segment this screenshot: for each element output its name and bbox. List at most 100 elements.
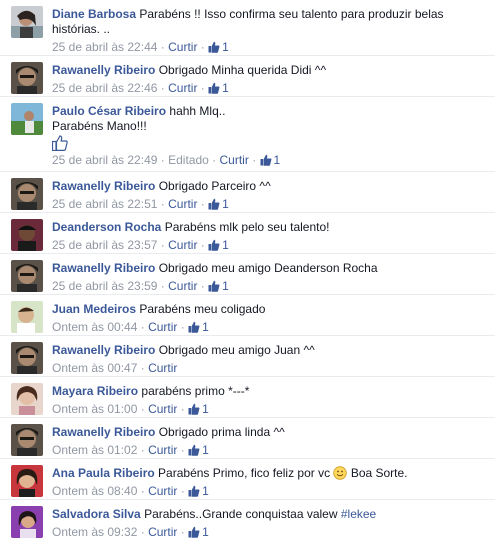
like-link[interactable]: Curtir xyxy=(168,197,197,211)
avatar[interactable] xyxy=(11,6,43,38)
comment-item: Rawanelly Ribeiro Obrigado meu amigo Jua… xyxy=(0,336,495,377)
comment-timestamp[interactable]: Ontem às 01:00 xyxy=(52,402,137,416)
comment-timestamp[interactable]: 25 de abril às 23:59 xyxy=(52,279,157,293)
comment-author[interactable]: Rawanelly Ribeiro xyxy=(52,261,155,275)
smiley-emoji-icon xyxy=(333,466,348,480)
thumbs-up-icon xyxy=(188,403,200,415)
thumbs-up-icon xyxy=(208,198,220,210)
comment-text-after-emoji: Boa Sorte. xyxy=(350,466,408,480)
comment-meta: Ontem às 09:32 · Curtir · 1 xyxy=(52,525,209,539)
comment-author[interactable]: Juan Medeiros xyxy=(52,302,136,316)
comment-text: parabéns primo *---* xyxy=(141,384,250,398)
like-count[interactable]: 1 xyxy=(188,525,209,539)
comment-author[interactable]: Paulo César Ribeiro xyxy=(52,104,166,118)
comment-meta: 25 de abril às 22:46 · Curtir · 1 xyxy=(52,81,229,95)
hashtag-link[interactable]: #lekee xyxy=(341,507,376,521)
avatar[interactable] xyxy=(11,465,43,497)
comment-text: Parabéns meu coligado xyxy=(139,302,266,316)
comment-thread: Diane Barbosa Parabéns !! Isso confirma … xyxy=(0,0,495,539)
comment-author[interactable]: Ana Paula Ribeiro xyxy=(52,466,155,480)
thumbs-up-icon xyxy=(208,41,220,53)
like-link[interactable]: Curtir xyxy=(148,402,177,416)
like-count[interactable]: 1 xyxy=(188,484,209,498)
comment-meta: Ontem às 00:47 · Curtir xyxy=(52,361,178,375)
like-link[interactable]: Curtir xyxy=(168,279,197,293)
comment-timestamp[interactable]: 25 de abril às 22:44 xyxy=(52,40,157,54)
avatar[interactable] xyxy=(11,301,43,333)
comment-timestamp[interactable]: 25 de abril às 22:46 xyxy=(52,81,157,95)
avatar[interactable] xyxy=(11,424,43,456)
comment-meta: 25 de abril às 23:59 · Curtir · 1 xyxy=(52,279,229,293)
comment-meta: 25 de abril às 22:49 · Editado · Curtir … xyxy=(52,153,281,167)
edited-label[interactable]: Editado xyxy=(168,153,209,167)
avatar[interactable] xyxy=(11,342,43,374)
comment-text: Obrigado meu amigo Juan ^^ xyxy=(158,343,315,357)
comment-item: Deanderson Rocha Parabéns mlk pelo seu t… xyxy=(0,213,495,254)
comment-text: Parabéns..Grande conquistaa valew xyxy=(144,507,338,521)
avatar[interactable] xyxy=(11,260,43,292)
like-count[interactable]: 1 xyxy=(188,320,209,334)
like-link[interactable]: Curtir xyxy=(148,443,177,457)
like-count[interactable]: 1 xyxy=(208,197,229,211)
comment-timestamp[interactable]: 25 de abril às 23:57 xyxy=(52,238,157,252)
like-link[interactable]: Curtir xyxy=(168,81,197,95)
comment-meta: Ontem às 01:02 · Curtir · 1 xyxy=(52,443,209,457)
comment-item: Rawanelly Ribeiro Obrigado Parceiro ^^ 2… xyxy=(0,172,495,213)
comment-timestamp[interactable]: Ontem às 08:40 xyxy=(52,484,137,498)
comment-timestamp[interactable]: 25 de abril às 22:51 xyxy=(52,197,157,211)
avatar[interactable] xyxy=(11,219,43,251)
thumbs-up-icon xyxy=(260,154,271,166)
comment-text: Obrigado Minha querida Didi ^^ xyxy=(158,63,327,77)
like-count[interactable]: 1 xyxy=(188,402,209,416)
thumbs-up-icon xyxy=(208,82,220,94)
comment-author[interactable]: Salvadora Silva xyxy=(52,507,141,521)
thumbs-up-icon xyxy=(188,321,200,333)
comment-meta: Ontem às 08:40 · Curtir · 1 xyxy=(52,484,209,498)
comment-timestamp[interactable]: Ontem às 01:02 xyxy=(52,443,137,457)
comment-author[interactable]: Mayara Ribeiro xyxy=(52,384,138,398)
comment-author[interactable]: Rawanelly Ribeiro xyxy=(52,63,155,77)
avatar[interactable] xyxy=(11,103,43,135)
comment-item: Mayara Ribeiro parabéns primo *---* Onte… xyxy=(0,377,495,418)
like-count[interactable]: 1 xyxy=(260,153,280,167)
avatar[interactable] xyxy=(11,178,43,210)
like-link[interactable]: Curtir xyxy=(148,484,177,498)
thumbs-up-icon xyxy=(188,526,200,538)
thumbs-up-icon xyxy=(208,239,220,251)
comment-author[interactable]: Rawanelly Ribeiro xyxy=(52,343,155,357)
like-count[interactable]: 1 xyxy=(208,238,229,252)
comment-author[interactable]: Deanderson Rocha xyxy=(52,220,161,234)
like-link[interactable]: Curtir xyxy=(148,361,177,375)
comment-timestamp[interactable]: Ontem às 00:47 xyxy=(52,361,137,375)
like-count[interactable]: 1 xyxy=(208,81,229,95)
like-count[interactable]: 1 xyxy=(188,443,209,457)
avatar[interactable] xyxy=(11,383,43,415)
thumbs-up-icon xyxy=(208,280,220,292)
comment-item: Salvadora Silva Parabéns..Grande conquis… xyxy=(0,500,495,541)
comment-text: Parabéns Primo, fico feliz por vc xyxy=(158,466,331,480)
like-link[interactable]: Curtir xyxy=(168,40,197,54)
comment-meta: 25 de abril às 22:51 · Curtir · 1 xyxy=(52,197,229,211)
comment-author[interactable]: Diane Barbosa xyxy=(52,7,136,21)
comment-timestamp[interactable]: 25 de abril às 22:49 xyxy=(52,153,157,167)
comment-item: Juan Medeiros Parabéns meu coligado Onte… xyxy=(0,295,495,336)
like-link[interactable]: Curtir xyxy=(220,153,249,167)
like-count[interactable]: 1 xyxy=(208,40,229,54)
like-link[interactable]: Curtir xyxy=(168,238,197,252)
like-link[interactable]: Curtir xyxy=(148,525,177,539)
comment-item: Diane Barbosa Parabéns !! Isso confirma … xyxy=(0,0,495,56)
comment-author[interactable]: Rawanelly Ribeiro xyxy=(52,425,155,439)
comment-meta: 25 de abril às 22:44 · Curtir · 1 xyxy=(52,40,229,54)
avatar[interactable] xyxy=(11,62,43,94)
thumbs-up-icon xyxy=(188,485,200,497)
comment-timestamp[interactable]: Ontem às 09:32 xyxy=(52,525,137,539)
like-count[interactable]: 1 xyxy=(208,279,229,293)
comment-item: Ana Paula Ribeiro Parabéns Primo, fico f… xyxy=(0,459,495,500)
comment-author[interactable]: Rawanelly Ribeiro xyxy=(52,179,155,193)
comment-text-line2: Parabéns Mano!!! xyxy=(52,119,147,133)
comment-timestamp[interactable]: Ontem às 00:44 xyxy=(52,320,137,334)
thumbs-up-icon xyxy=(188,444,200,456)
avatar[interactable] xyxy=(11,506,43,538)
comment-item: Rawanelly Ribeiro Obrigado prima linda ^… xyxy=(0,418,495,459)
like-link[interactable]: Curtir xyxy=(148,320,177,334)
